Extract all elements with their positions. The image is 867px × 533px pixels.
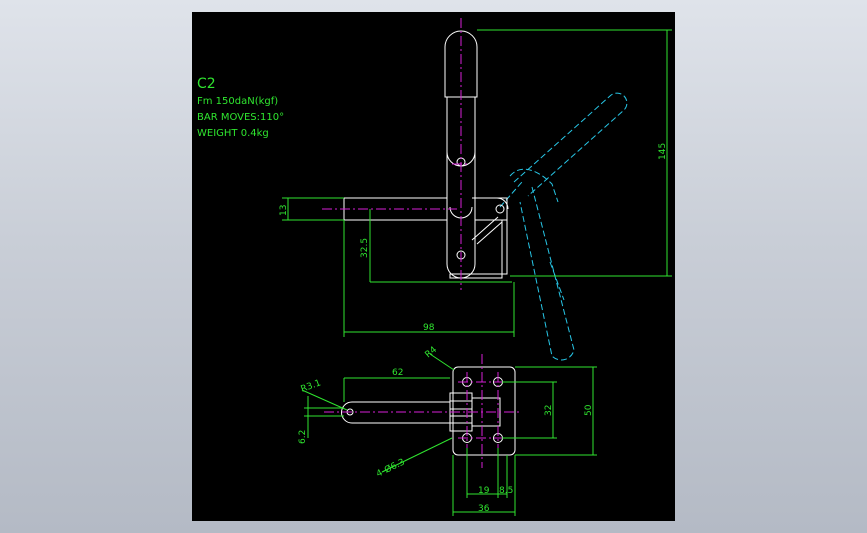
dim-19: 19 bbox=[478, 486, 490, 496]
model-label: C2 bbox=[197, 76, 216, 92]
dim-8-5: 8.5 bbox=[499, 486, 513, 496]
dim-145: 145 bbox=[658, 143, 668, 160]
cad-drawing-area: C2 Fm 150daN(kgf) BAR MOVES:110° WEIGHT … bbox=[192, 12, 675, 521]
mounting-plate bbox=[452, 366, 516, 456]
dim-98: 98 bbox=[423, 323, 435, 333]
top-dimensions bbox=[301, 353, 597, 516]
weight-note: WEIGHT 0.4kg bbox=[197, 128, 269, 139]
dim-6-2: 6.2 bbox=[298, 430, 308, 444]
force-note: Fm 150daN(kgf) bbox=[197, 96, 278, 107]
dim-50: 50 bbox=[584, 404, 594, 416]
dim-32-5: 32.5 bbox=[360, 238, 370, 258]
top-view: 62 R4 R3.1 6.2 4-Ø6.3 32 50 19 8.5 36 bbox=[298, 345, 597, 516]
dim-4-d6-3: 4-Ø6.3 bbox=[374, 456, 406, 479]
dim-36: 36 bbox=[478, 504, 490, 514]
handle-phantom-position bbox=[499, 92, 628, 361]
dim-r3-1: R3.1 bbox=[300, 378, 323, 394]
centerlines-top bbox=[324, 354, 522, 468]
dim-32: 32 bbox=[544, 405, 554, 416]
dim-62: 62 bbox=[392, 368, 403, 378]
toggle-clamp-drawing: C2 Fm 150daN(kgf) BAR MOVES:110° WEIGHT … bbox=[197, 18, 672, 516]
bar-moves-note: BAR MOVES:110° bbox=[197, 112, 284, 123]
dim-13: 13 bbox=[279, 205, 289, 216]
dim-r4: R4 bbox=[424, 345, 440, 361]
side-view: 145 13 32.5 98 bbox=[279, 18, 672, 361]
clamp-base bbox=[449, 216, 508, 279]
